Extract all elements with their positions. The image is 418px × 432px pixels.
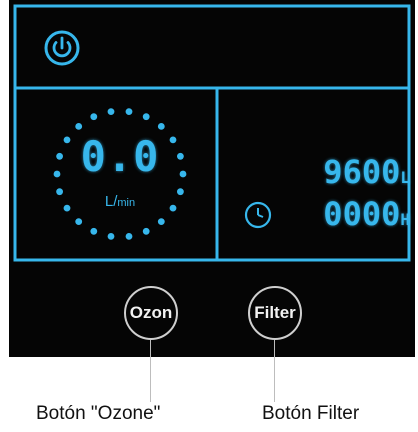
- flow-dial-dot: [157, 218, 165, 226]
- flow-dial-dot: [177, 188, 184, 196]
- volume-reading: 9600L: [323, 153, 410, 191]
- filter-button[interactable]: Filter: [248, 286, 302, 340]
- filter-callout-line: [274, 340, 275, 402]
- flow-dial-dot: [169, 136, 177, 144]
- flow-dial-dot: [53, 170, 61, 178]
- flow-dial-dot: [107, 233, 115, 240]
- flow-dial-dot: [107, 108, 115, 115]
- flow-dial-dot: [157, 123, 165, 130]
- volume-unit: L: [400, 168, 410, 187]
- flow-dial-dot: [179, 170, 187, 178]
- flow-dial-dot: [169, 204, 177, 212]
- flow-dial-dot: [177, 152, 184, 160]
- flow-unit-prefix: L/: [104, 193, 118, 210]
- ozone-button[interactable]: Ozon: [124, 286, 178, 340]
- ozone-callout-line: [150, 340, 151, 402]
- hours-unit: H: [400, 210, 410, 229]
- flow-dial-dot: [75, 123, 83, 130]
- volume-value: 9600: [323, 153, 401, 191]
- flow-dial-dot: [90, 113, 98, 121]
- clock-icon: [244, 201, 272, 229]
- flow-rate-value: 0.0: [80, 132, 160, 181]
- flow-rate-unit: L/min: [80, 193, 160, 210]
- flow-dial-dot: [63, 136, 71, 144]
- power-icon: [44, 30, 80, 66]
- power-button[interactable]: [43, 29, 81, 67]
- hours-value: 0000: [323, 195, 401, 233]
- filter-callout-label: Botón Filter: [262, 403, 360, 424]
- flow-dial-dot: [75, 218, 83, 226]
- flow-dial-dot: [125, 233, 133, 240]
- flow-dial-dot: [125, 108, 133, 115]
- hours-reading: 0000H: [323, 195, 410, 233]
- flow-dial-dot: [56, 152, 63, 160]
- ozone-callout-label: Botón "Ozone": [36, 403, 161, 424]
- flow-dial-dot: [56, 188, 63, 196]
- flow-dial-dot: [142, 113, 150, 121]
- flow-dial-dot: [142, 227, 150, 235]
- flow-unit-suffix: min: [117, 197, 136, 209]
- flow-dial-dot: [90, 227, 98, 235]
- flow-dial-dot: [63, 204, 71, 212]
